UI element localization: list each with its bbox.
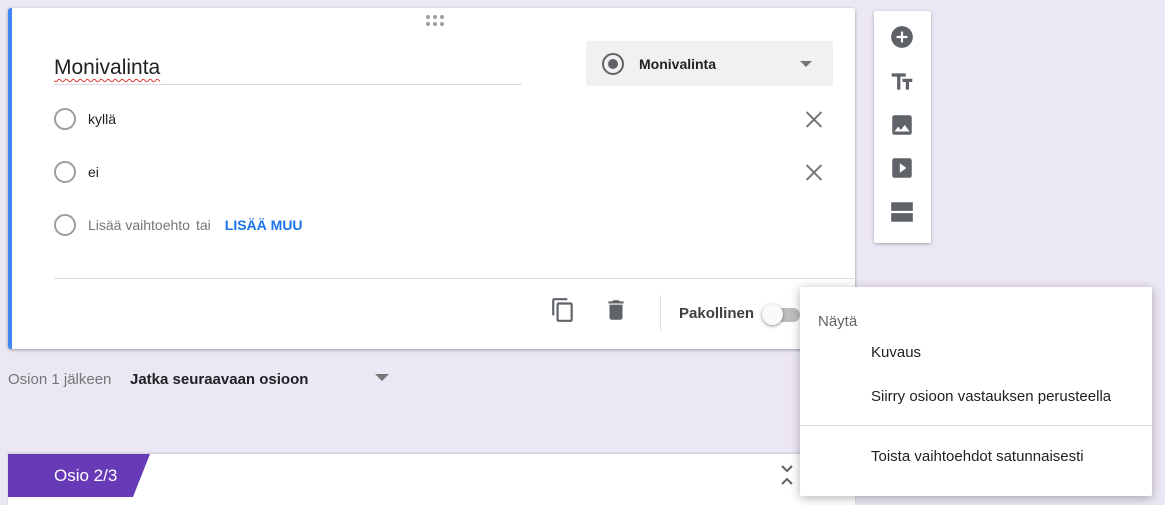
section-tab-label: Osio 2/3: [54, 466, 118, 485]
drag-handle-icon[interactable]: [426, 15, 446, 27]
option-row[interactable]: kyllä: [54, 107, 824, 131]
radio-circle-icon: [54, 161, 76, 183]
menu-item-go-to-section[interactable]: Siirry osioon vastauksen perusteella: [871, 388, 1111, 405]
card-divider: [54, 278, 854, 279]
question-title-text: Monivalinta: [54, 56, 161, 79]
more-options-menu: Näytä Kuvaus Siirry osioon vastauksen pe…: [800, 287, 1152, 496]
remove-option-icon[interactable]: [804, 162, 824, 182]
footer-separator: [660, 295, 661, 331]
or-text: tai: [195, 217, 211, 233]
dropdown-arrow-icon: [800, 61, 812, 67]
question-type-label: Monivalinta: [639, 55, 717, 72]
section-card: Osio 2/3: [8, 454, 855, 505]
add-video-icon[interactable]: [889, 155, 915, 181]
menu-divider: [800, 425, 1152, 426]
menu-item-shuffle-options[interactable]: Toista vaihtoehdot satunnaisesti: [871, 448, 1084, 465]
delete-icon[interactable]: [603, 296, 629, 324]
menu-header: Näytä: [818, 313, 858, 330]
side-toolbar: [874, 11, 931, 243]
option-label[interactable]: ei: [88, 164, 99, 180]
required-toggle[interactable]: [762, 304, 804, 325]
option-label[interactable]: kyllä: [88, 111, 116, 127]
question-type-dropdown[interactable]: Monivalinta: [586, 41, 833, 86]
add-section-icon[interactable]: [889, 199, 915, 225]
add-image-icon[interactable]: [889, 112, 915, 138]
collapse-icon[interactable]: [779, 463, 795, 487]
toggle-thumb: [762, 304, 783, 325]
duplicate-icon[interactable]: [550, 296, 576, 324]
add-title-icon[interactable]: [889, 69, 915, 95]
radio-circle-icon: [54, 108, 76, 130]
remove-option-icon[interactable]: [804, 109, 824, 129]
required-label: Pakollinen: [679, 305, 755, 322]
add-option-input[interactable]: Lisää vaihtoehto: [88, 217, 190, 233]
radio-button-icon: [602, 52, 624, 75]
add-question-icon[interactable]: [889, 24, 915, 50]
radio-circle-icon: [54, 214, 76, 236]
menu-item-description[interactable]: Kuvaus: [871, 344, 921, 361]
question-title-input[interactable]: Monivalinta: [54, 56, 522, 85]
after-section-dropdown[interactable]: Jatka seuraavaan osioon: [130, 371, 308, 388]
option-row[interactable]: ei: [54, 160, 824, 184]
after-section-label: Osion 1 jälkeen: [8, 371, 112, 388]
question-card[interactable]: Monivalinta Monivalinta kyllä ei Lisää v…: [8, 8, 855, 349]
dropdown-arrow-icon[interactable]: [375, 374, 389, 381]
add-other-button[interactable]: LISÄÄ MUU: [225, 217, 303, 233]
add-option-row[interactable]: Lisää vaihtoehto tai LISÄÄ MUU: [54, 213, 824, 237]
